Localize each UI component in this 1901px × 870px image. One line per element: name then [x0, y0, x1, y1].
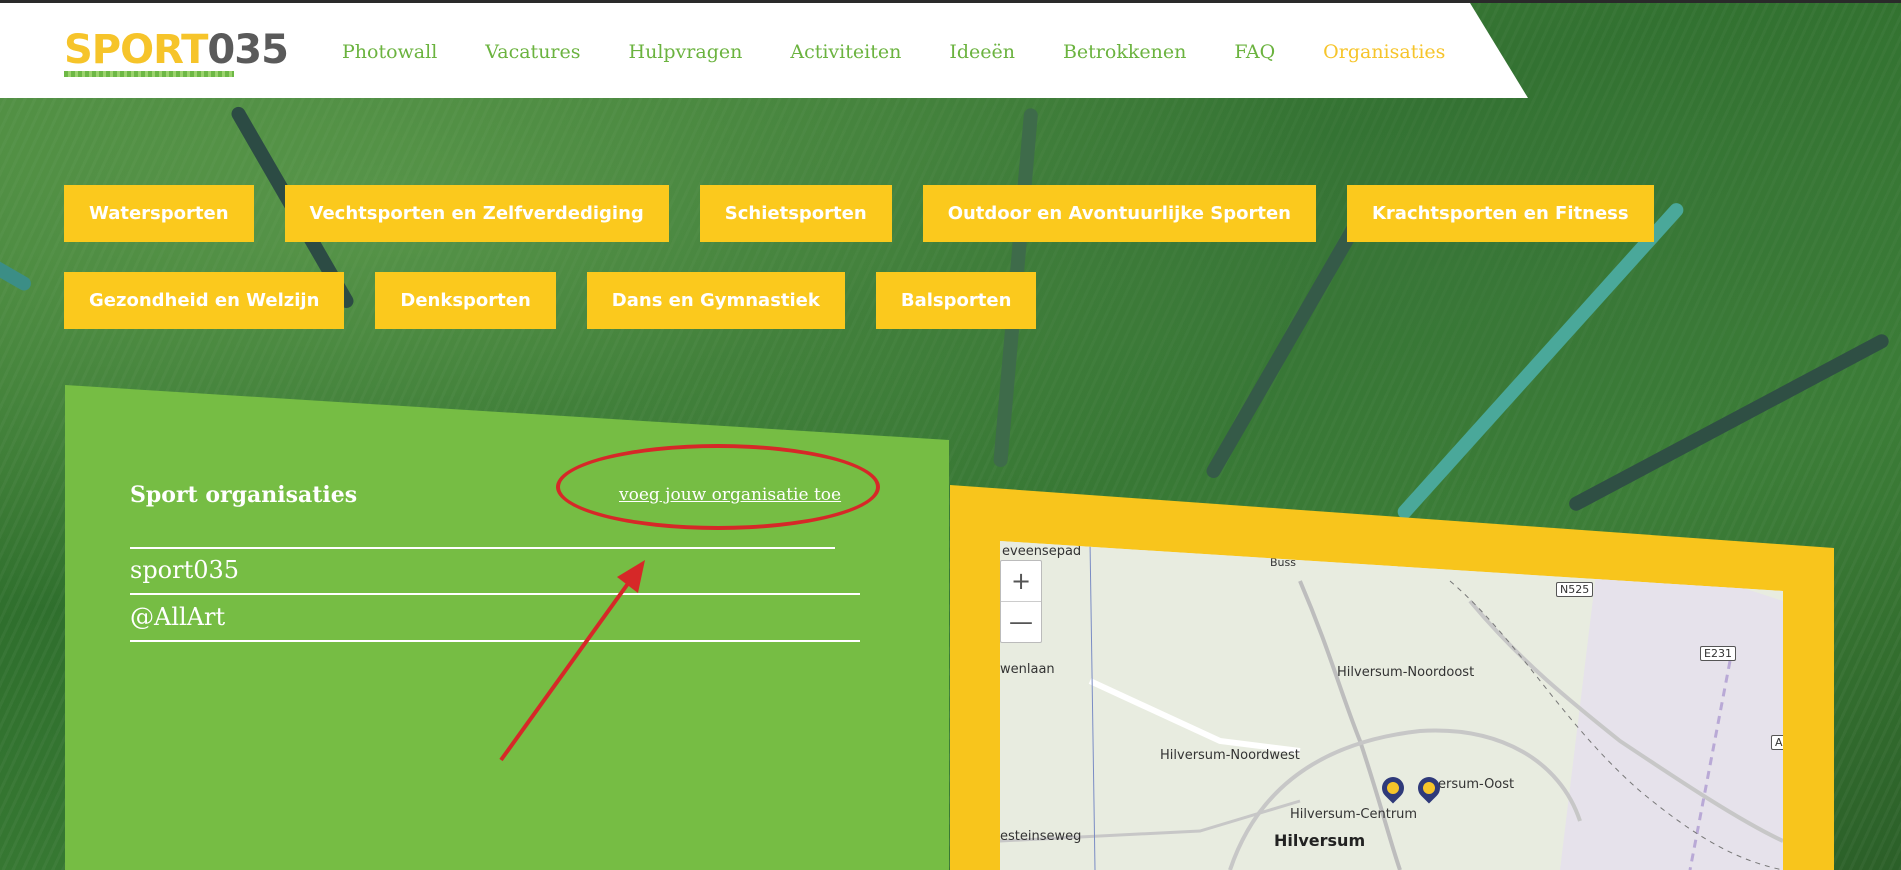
- top-border: [0, 0, 1901, 3]
- map-view[interactable]: eveensepad Buss wenlaan Hilversum-Noordo…: [1000, 541, 1783, 870]
- category-row-1: Watersporten Vechtsporten en Zelfverdedi…: [64, 185, 1654, 242]
- nav-item-hulpvragen[interactable]: Hulpvragen: [629, 41, 743, 63]
- site-header: SPORT 035 Photowall Vacatures Hulpvragen …: [0, 3, 1528, 98]
- category-button-dans[interactable]: Dans en Gymnastiek: [586, 272, 845, 329]
- nav-item-ideeen[interactable]: Ideeën: [949, 41, 1015, 63]
- category-button-outdoor[interactable]: Outdoor en Avontuurlijke Sporten: [922, 185, 1316, 242]
- category-row-2: Gezondheid en Welzijn Denksporten Dans e…: [64, 272, 1037, 329]
- map-label: eveensepad: [1002, 544, 1082, 559]
- site-logo[interactable]: SPORT 035: [64, 27, 289, 77]
- road-badge: N525: [1556, 582, 1594, 597]
- category-button-krachtsporten[interactable]: Krachtsporten en Fitness: [1346, 185, 1654, 242]
- map-label: wenlaan: [1000, 662, 1055, 677]
- nav-item-betrokkenen[interactable]: Betrokkenen: [1063, 41, 1186, 63]
- category-button-balsporten[interactable]: Balsporten: [875, 272, 1037, 329]
- map-label: esteinseweg: [1000, 829, 1082, 844]
- main-nav: Photowall Vacatures Hulpvragen Activitei…: [342, 41, 1445, 63]
- nav-item-vacatures[interactable]: Vacatures: [485, 41, 580, 63]
- divider: [130, 547, 835, 549]
- annotation-highlight-ellipse: [556, 444, 880, 530]
- category-button-gezondheid[interactable]: Gezondheid en Welzijn: [64, 272, 345, 329]
- road-badge: A2: [1771, 735, 1783, 750]
- map-zoom-control: + —: [1000, 560, 1042, 643]
- zoom-out-button[interactable]: —: [1001, 601, 1041, 642]
- logo-text-sport: SPORT: [64, 27, 208, 73]
- map-label-city: Hilversum: [1274, 831, 1366, 850]
- nav-item-photowall[interactable]: Photowall: [342, 41, 437, 63]
- zoom-in-button[interactable]: +: [1001, 561, 1041, 601]
- map-label: Hilversum-Noordwest: [1160, 748, 1300, 763]
- map-label: Hilversum-Noordoost: [1337, 665, 1475, 680]
- divider: [130, 640, 860, 642]
- nav-item-activiteiten[interactable]: Activiteiten: [790, 41, 901, 63]
- category-button-denksporten[interactable]: Denksporten: [375, 272, 556, 329]
- category-button-watersporten[interactable]: Watersporten: [64, 185, 254, 242]
- logo-grass-decor: [64, 71, 234, 77]
- category-button-vechtsporten[interactable]: Vechtsporten en Zelfverdediging: [284, 185, 669, 242]
- road-badge: E231: [1700, 646, 1736, 661]
- organisations-title: Sport organisaties: [130, 482, 358, 508]
- map-label: ersum-Oost: [1438, 777, 1515, 792]
- organisation-item-sport035[interactable]: sport035: [130, 556, 239, 584]
- nav-item-faq[interactable]: FAQ: [1234, 41, 1275, 63]
- logo-text-035: 035: [207, 27, 288, 73]
- category-button-schietsporten[interactable]: Schietsporten: [699, 185, 892, 242]
- organisation-item-allart[interactable]: @AllArt: [130, 603, 225, 631]
- divider: [130, 593, 860, 595]
- nav-item-organisaties[interactable]: Organisaties: [1323, 41, 1445, 63]
- map-label: Hilversum-Centrum: [1290, 807, 1418, 822]
